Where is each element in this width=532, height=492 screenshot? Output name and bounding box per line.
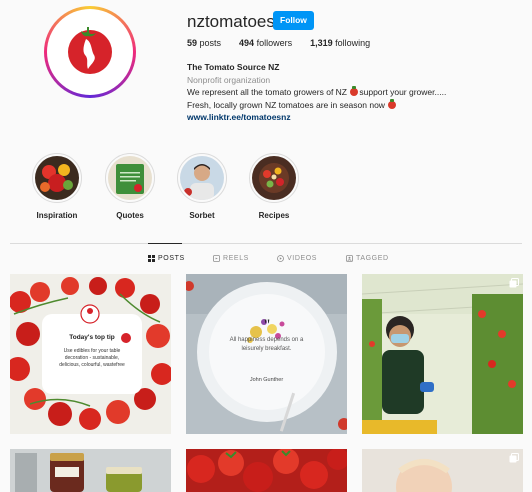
quote-text: All happiness depends on a leisurely bre… [186, 336, 347, 354]
following-label: following [335, 38, 371, 48]
highlight-sorbet[interactable]: Sorbet [177, 153, 227, 220]
following-count: 1,319 [310, 38, 333, 48]
profile-username: nztomatoes [187, 12, 275, 31]
follow-button[interactable]: Follow [273, 11, 314, 30]
tomato-source-logo [68, 27, 112, 74]
post-quote[interactable]: " All happiness depends on a leisurely b… [186, 274, 347, 434]
tab-reels[interactable]: REELS [213, 255, 249, 262]
reels-icon [213, 255, 220, 262]
post-image-tomato-pile [186, 449, 347, 492]
tab-tagged[interactable]: TAGGED [346, 255, 389, 262]
highlight-inspiration[interactable]: Inspiration [32, 153, 82, 220]
tab-divider [10, 243, 522, 244]
quote-line: leisurely breakfast. [241, 346, 292, 352]
quote-line: All happiness depends on a [229, 337, 304, 343]
posts-label: posts [199, 38, 222, 48]
highlight-label: Quotes [116, 211, 144, 220]
post-image-breakfast: " [186, 274, 347, 434]
bio-text-1b: support your grower..... [359, 87, 447, 97]
highlight-recipes[interactable]: Recipes [249, 153, 299, 220]
display-name: The Tomato Source NZ [187, 62, 280, 72]
grid-icon [148, 255, 155, 262]
following-stat[interactable]: 1,319 following [310, 38, 370, 48]
tip-body-line: delicious, colourful, wastefree [59, 362, 125, 368]
post-top-tip[interactable]: Today's top tip Use edibles for your tab… [10, 274, 171, 434]
tagged-icon [346, 255, 353, 262]
highlight-cover [177, 153, 227, 203]
active-tab-indicator [148, 243, 182, 244]
tab-label: REELS [223, 255, 249, 262]
tab-label: VIDEOS [287, 255, 318, 262]
followers-label: followers [256, 38, 293, 48]
profile-stats: 59 posts 494 followers 1,319 following [187, 38, 370, 48]
multi-post-icon [509, 453, 519, 463]
posts-stat: 59 posts [187, 38, 221, 48]
post-image-baby [362, 449, 523, 492]
bio-line-1: We represent all the tomato growers of N… [187, 86, 517, 99]
tip-body: Use edibles for your table decoration - … [42, 348, 142, 369]
multi-post-icon [509, 278, 519, 288]
highlight-label: Sorbet [189, 211, 215, 220]
bio-text-1: We represent all the tomato growers of N… [187, 87, 347, 97]
post-image-greenhouse [362, 274, 523, 434]
tab-label: TAGGED [356, 255, 389, 262]
quote-author: John Gunther [249, 377, 284, 383]
highlight-label: Recipes [258, 211, 290, 220]
tab-label: POSTS [158, 255, 185, 262]
posts-count: 59 [187, 38, 198, 48]
tomato-emoji-icon [350, 86, 359, 96]
profile-category: Nonprofit organization [187, 74, 271, 85]
tab-videos[interactable]: VIDEOS [277, 255, 317, 262]
highlight-cover [32, 153, 82, 203]
tab-posts[interactable]: POSTS [148, 255, 185, 262]
highlight-cover [249, 153, 299, 203]
highlight-quotes[interactable]: Quotes [105, 153, 155, 220]
profile-avatar[interactable] [44, 6, 136, 98]
svg-text:": " [264, 317, 271, 334]
post-tomato-pile[interactable] [186, 449, 347, 492]
post-grower[interactable] [362, 274, 523, 434]
bio-text-2: Fresh, locally grown NZ tomatoes are in … [187, 99, 385, 110]
video-icon [277, 255, 284, 262]
tip-body-line: Use edibles for your table [63, 348, 121, 354]
profile-bio: The Tomato Source NZ Nonprofit organizat… [187, 61, 517, 124]
tip-body-line: decoration - sustainable, [64, 355, 120, 361]
tomato-emoji-icon [388, 98, 397, 109]
followers-count: 494 [239, 38, 255, 48]
profile-link[interactable]: www.linktr.ee/tomatoesnz [187, 111, 517, 124]
post-image-jars [10, 449, 171, 492]
bio-line-2: Fresh, locally grown NZ tomatoes are in … [187, 98, 517, 112]
tip-title: Today's top tip [69, 334, 115, 341]
highlight-cover [105, 153, 155, 203]
followers-stat[interactable]: 494 followers [239, 38, 292, 48]
post-baby[interactable] [362, 449, 523, 492]
post-jars[interactable] [10, 449, 171, 492]
highlight-label: Inspiration [36, 211, 78, 220]
